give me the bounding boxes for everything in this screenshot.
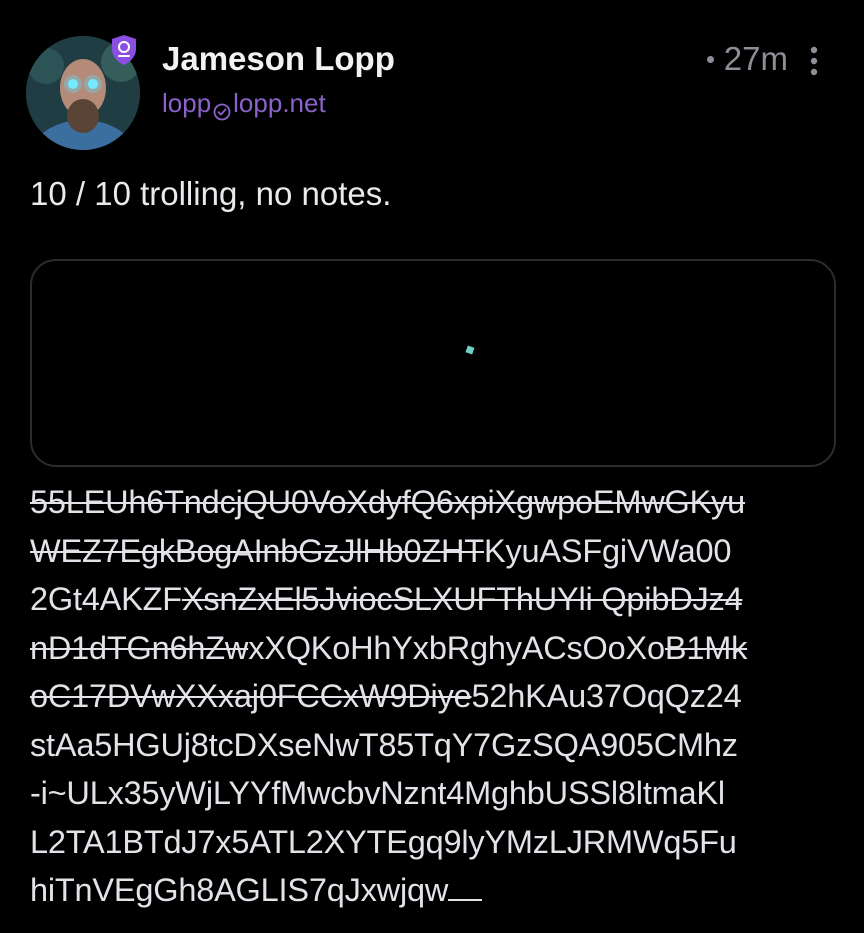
- at-verified-icon: [213, 97, 231, 120]
- plain-text: xXQKoHhYxbRghyACsOoXo: [248, 629, 665, 666]
- verified-shield-icon: [110, 34, 138, 66]
- post-card[interactable]: Jameson Lopp lopp lopp.net 27m 10 / 10 t…: [0, 0, 864, 933]
- more-vertical-icon: [810, 46, 818, 76]
- struck-text: oC17DVwXXxaj0FCCxW9Diye: [30, 678, 472, 714]
- code-line: WEZ7EgkBogAInbGzJlHb0ZHTKyuASFgiVWa00: [30, 527, 840, 576]
- code-line: oC17DVwXXxaj0FCCxW9Diye52hKAu37OqQz24: [30, 672, 840, 721]
- struck-text: XsnZxEl5JviocSLXUFThUYli QpibDJz4: [181, 581, 743, 617]
- post-meta: 27m: [706, 40, 788, 78]
- code-line: stAa5HGUj8tcDXseNwT85TqY7GzSQA905CMhz: [30, 721, 840, 770]
- post-text: 10 / 10 trolling, no notes.: [30, 175, 392, 212]
- handle-user: lopp: [162, 88, 212, 118]
- more-options-button[interactable]: [800, 44, 828, 78]
- loading-spinner-icon: [465, 345, 475, 355]
- plain-text: KyuASFgiVWa00: [483, 532, 732, 569]
- plain-text: -i~ULx35yWjLYYfMwcbvNznt4MghbUSSl8ltmaKl: [30, 775, 725, 811]
- plain-text: 52hKAu37OqQz24: [471, 678, 742, 714]
- author-name[interactable]: Jameson Lopp: [162, 40, 395, 78]
- media-embed[interactable]: [30, 259, 836, 467]
- plain-text: stAa5HGUj8tcDXseNwT85TqY7GzSQA905CMhz: [30, 726, 738, 763]
- plain-text: L2TA1BTdJ7x5ATL2XYTEgq9lyYMzLJRMWq5Fu: [30, 823, 737, 860]
- code-line: nD1dTGn6hZwxXQKoHhYxbRghyACsOoXoB1Mk: [30, 624, 840, 673]
- plain-text: hiTnVEgGh8AGLIS7qJxwjqw: [30, 872, 449, 908]
- code-line: 55LEUh6TndcjQU0VoXdyfQ6xpiXgwpoEMwGKyu: [30, 478, 840, 527]
- struck-text: nD1dTGn6hZw: [30, 629, 249, 666]
- code-line: 2Gt4AKZFXsnZxEl5JviocSLXUFThUYli QpibDJz…: [30, 575, 840, 624]
- underscore-mark: [448, 873, 483, 901]
- separator-dot: [706, 55, 714, 63]
- handle-domain: lopp.net: [233, 88, 326, 118]
- code-line: hiTnVEgGh8AGLIS7qJxwjqw: [30, 866, 840, 915]
- struck-text: WEZ7EgkBogAInbGzJlHb0ZHT: [30, 532, 484, 569]
- struck-text: B1Mk: [664, 629, 748, 666]
- struck-text: 55LEUh6TndcjQU0VoXdyfQ6xpiXgwpoEMwGKyu: [30, 484, 745, 520]
- plain-text: 2Gt4AKZF: [30, 581, 182, 617]
- post-timestamp[interactable]: 27m: [724, 40, 788, 78]
- author-handle[interactable]: lopp lopp.net: [162, 88, 326, 120]
- post-body-code: 55LEUh6TndcjQU0VoXdyfQ6xpiXgwpoEMwGKyu W…: [30, 478, 840, 915]
- code-line: -i~ULx35yWjLYYfMwcbvNznt4MghbUSSl8ltmaKl: [30, 769, 840, 818]
- code-line: L2TA1BTdJ7x5ATL2XYTEgq9lyYMzLJRMWq5Fu: [30, 818, 840, 867]
